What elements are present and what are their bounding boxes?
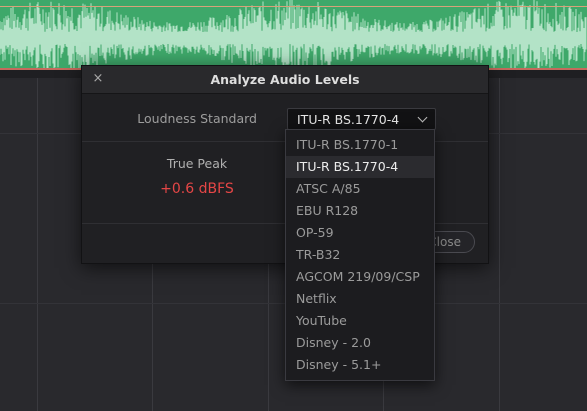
dropdown-option[interactable]: Netflix xyxy=(286,288,434,310)
dropdown-option[interactable]: TR-B32 xyxy=(286,244,434,266)
dropdown-option[interactable]: Disney - 2.0 xyxy=(286,332,434,354)
chevron-down-icon xyxy=(417,112,428,123)
dropdown-option[interactable]: OP-59 xyxy=(286,222,434,244)
clip-top-edge xyxy=(0,6,587,7)
true-peak-label: True Peak xyxy=(166,156,228,171)
dropdown-option[interactable]: Disney - 5.1+ xyxy=(286,354,434,376)
dropdown-option[interactable]: ITU-R BS.1770-4 xyxy=(286,156,434,178)
dialog-title: Analyze Audio Levels xyxy=(210,72,360,87)
grid-line xyxy=(37,78,38,411)
audio-track-clip[interactable] xyxy=(0,0,587,70)
dropdown-option[interactable]: EBU R128 xyxy=(286,200,434,222)
dropdown-option[interactable]: ITU-R BS.1770-1 xyxy=(286,134,434,156)
true-peak-block: True Peak +0.6 dBFS xyxy=(142,156,252,197)
dialog-header: × Analyze Audio Levels xyxy=(82,66,488,94)
loudness-standard-select[interactable]: ITU-R BS.1770-4 xyxy=(287,108,436,130)
grid-line xyxy=(499,78,500,411)
audio-waveform xyxy=(0,0,587,70)
dropdown-option[interactable]: ATSC A/85 xyxy=(286,178,434,200)
loudness-standard-dropdown: ITU-R BS.1770-1 ITU-R BS.1770-4 ATSC A/85 E… xyxy=(285,129,435,381)
selected-standard-value: ITU-R BS.1770-4 xyxy=(297,112,400,127)
loudness-standard-label: Loudness Standard xyxy=(137,111,257,126)
dropdown-option[interactable]: YouTube xyxy=(286,310,434,332)
dropdown-option[interactable]: AGCOM 219/09/CSP xyxy=(286,266,434,288)
true-peak-value: +0.6 dBFS xyxy=(160,181,234,197)
